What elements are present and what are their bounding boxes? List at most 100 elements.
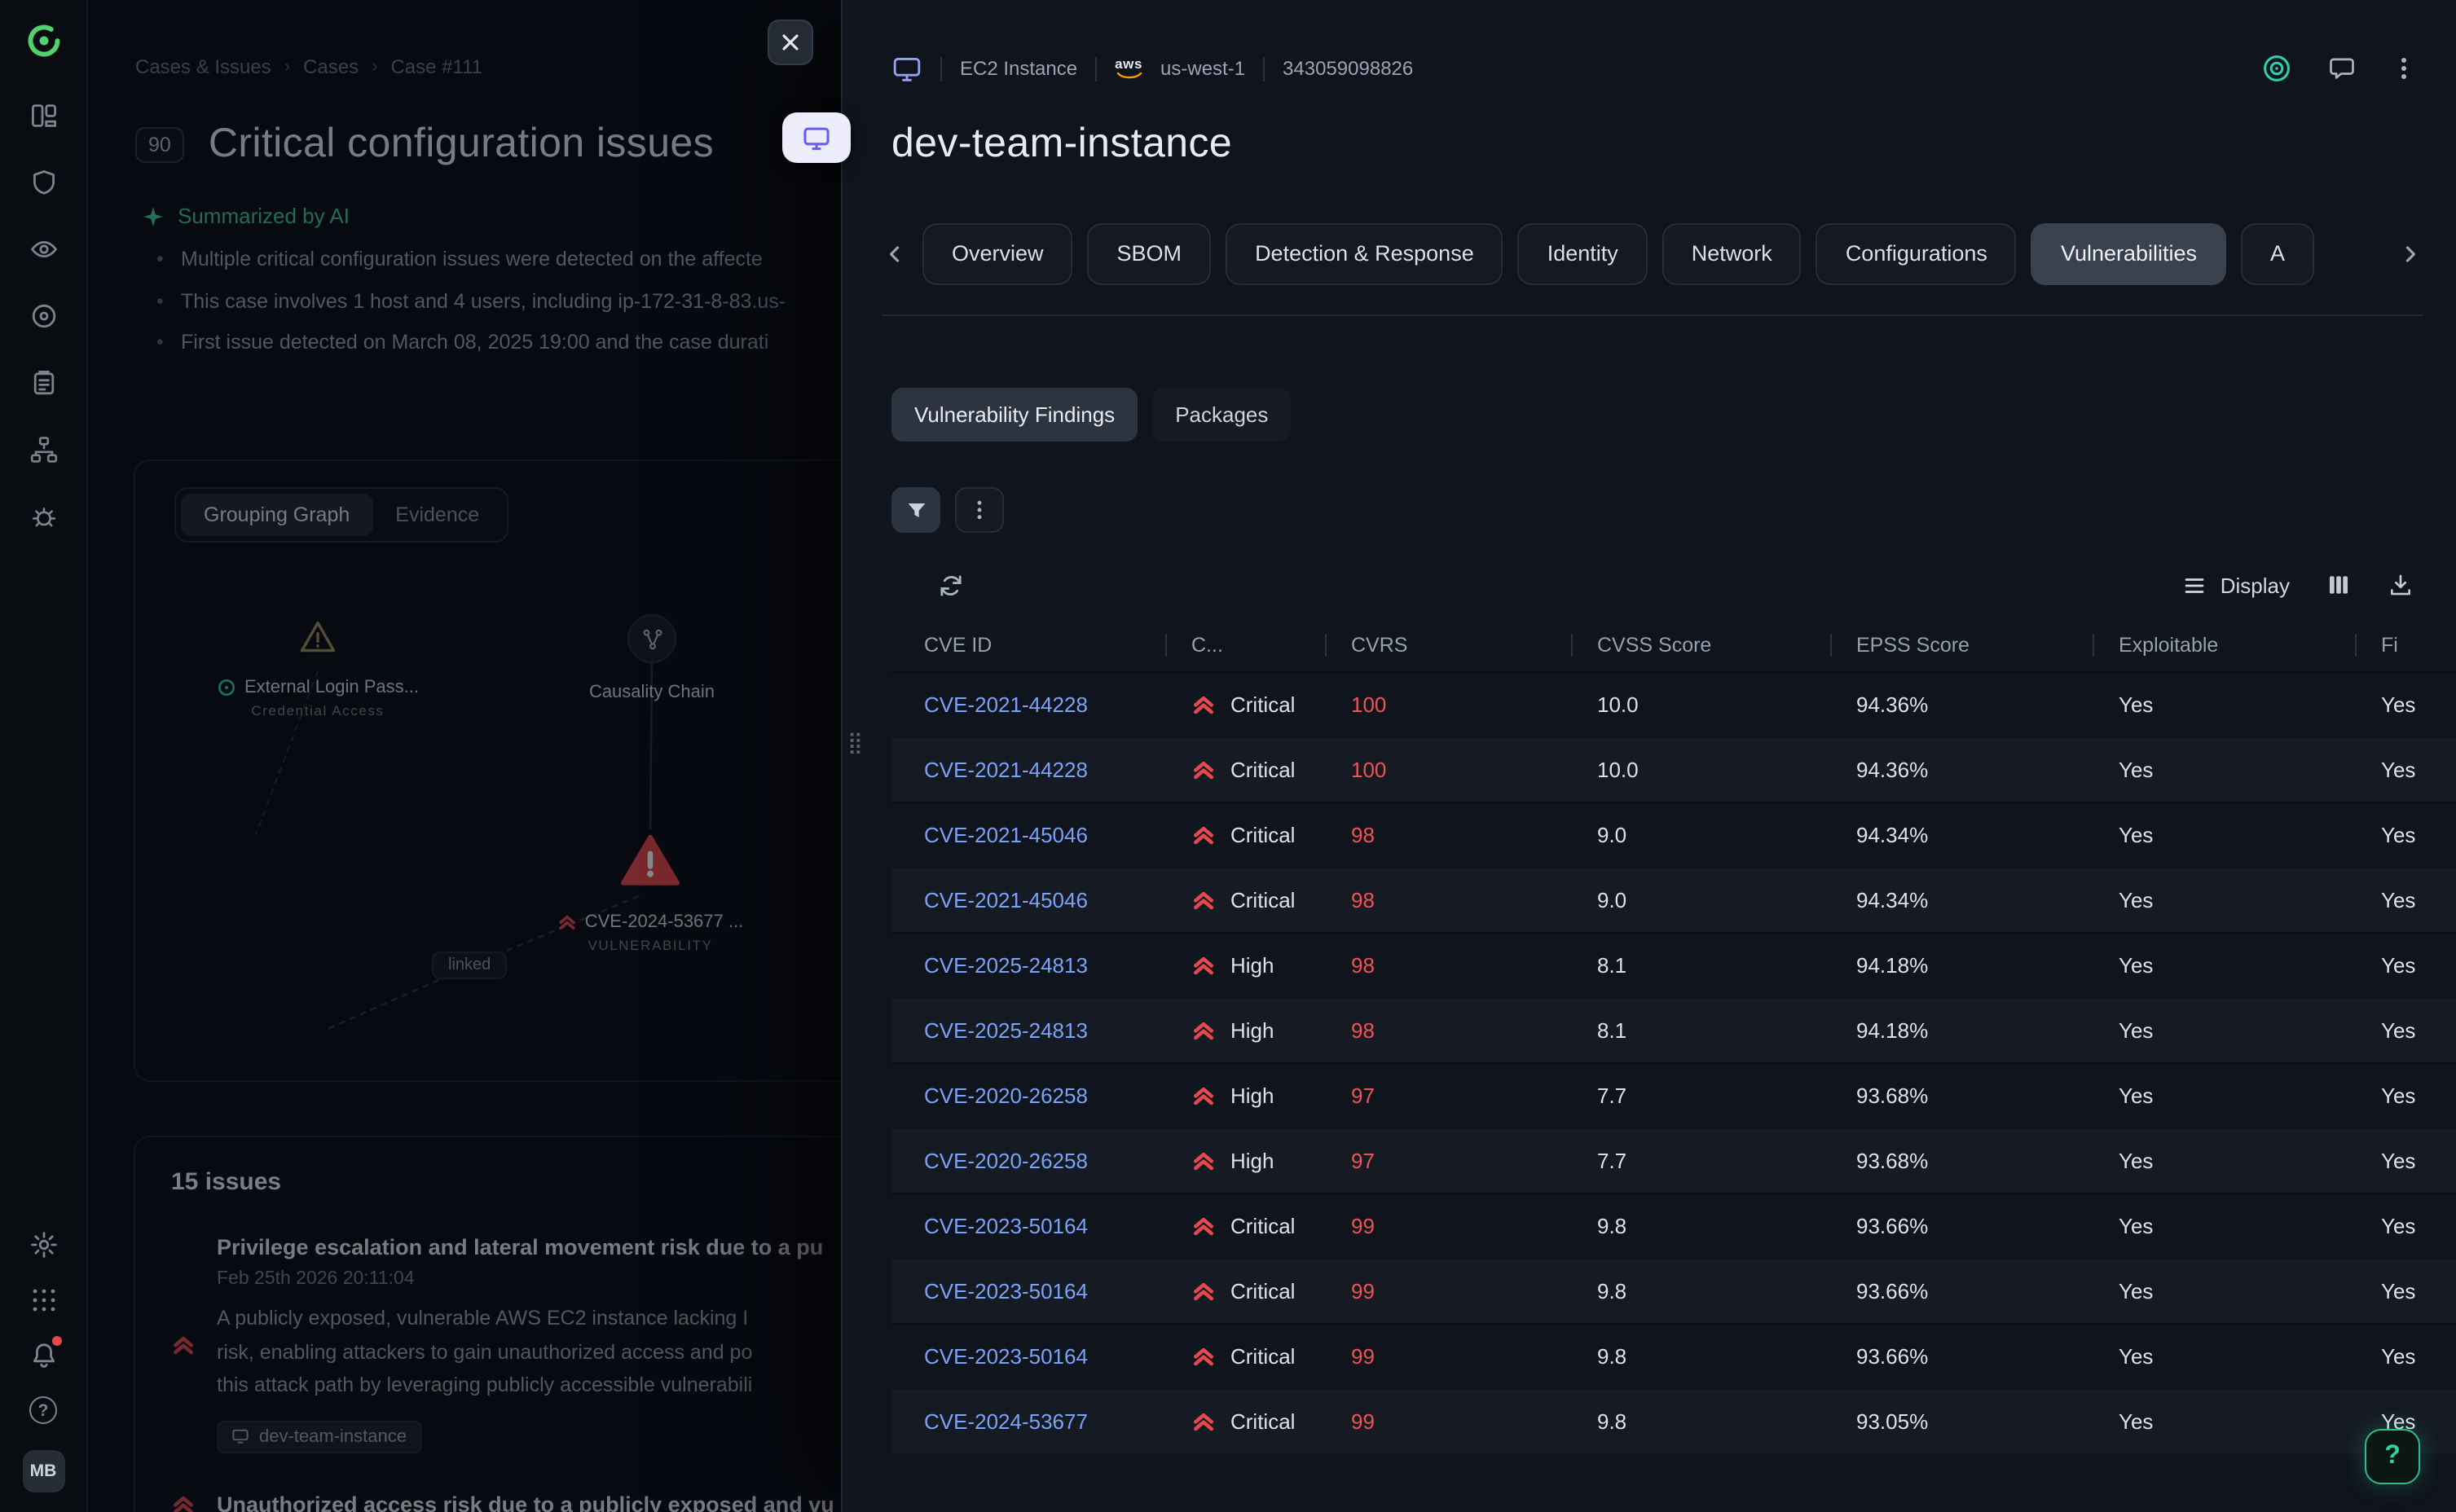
assistant-monitor-icon: [802, 123, 831, 152]
notifications-bell-icon[interactable]: [29, 1341, 58, 1370]
cvss-value: 9.8: [1571, 1409, 1830, 1434]
threat-bug-icon[interactable]: [29, 502, 58, 531]
column-divider: [1325, 634, 1327, 657]
cvrs-value: 98: [1325, 823, 1571, 847]
cve-link[interactable]: CVE-2025-24813: [891, 1018, 1165, 1043]
display-button[interactable]: Display: [2183, 573, 2290, 597]
exploitable-value: Yes: [2093, 823, 2355, 847]
fixable-value: Yes: [2355, 1344, 2456, 1369]
cve-link[interactable]: CVE-2021-44228: [891, 758, 1165, 782]
columns-icon[interactable]: [2326, 572, 2352, 598]
table-row[interactable]: CVE-2025-24813High988.194.18%YesYes: [891, 997, 2456, 1062]
column-header[interactable]: CVRS: [1325, 634, 1571, 657]
drawer-close-button[interactable]: [768, 20, 813, 65]
subtab-packages[interactable]: Packages: [1152, 388, 1291, 442]
table-row[interactable]: CVE-2021-45046Critical989.094.34%YesYes: [891, 802, 2456, 867]
column-header[interactable]: CVE ID: [891, 634, 1165, 657]
table-row[interactable]: CVE-2024-53677Critical999.893.05%YesYes: [891, 1388, 2456, 1453]
table-row[interactable]: CVE-2023-50164Critical999.893.66%YesYes: [891, 1193, 2456, 1258]
cvrs-value: 99: [1325, 1214, 1571, 1238]
epss-value: 94.18%: [1830, 953, 2093, 978]
column-header[interactable]: Exploitable: [2093, 634, 2355, 657]
cve-link[interactable]: CVE-2021-45046: [891, 823, 1165, 847]
tab-overview[interactable]: Overview: [922, 222, 1073, 284]
severity-cell: Critical: [1165, 758, 1325, 782]
cve-link[interactable]: CVE-2023-50164: [891, 1344, 1165, 1369]
cvss-value: 9.8: [1571, 1214, 1830, 1238]
download-icon[interactable]: [2388, 572, 2414, 598]
epss-value: 93.05%: [1830, 1409, 2093, 1434]
settings-gear-icon[interactable]: [29, 1230, 58, 1259]
table-row[interactable]: CVE-2020-26258High977.793.68%YesYes: [891, 1127, 2456, 1193]
help-button[interactable]: ?: [2365, 1429, 2420, 1484]
fixable-value: Yes: [2355, 692, 2456, 717]
cve-link[interactable]: CVE-2020-26258: [891, 1083, 1165, 1108]
tabs-scroll-right-button[interactable]: [2397, 240, 2423, 266]
refresh-icon[interactable]: [937, 571, 965, 599]
cve-link[interactable]: CVE-2025-24813: [891, 953, 1165, 978]
radar-scan-icon[interactable]: [2260, 52, 2293, 85]
shield-icon[interactable]: [29, 168, 58, 197]
severity-cell: High: [1165, 1083, 1325, 1108]
cvrs-value: 99: [1325, 1279, 1571, 1303]
app-logo-icon[interactable]: [25, 23, 61, 59]
column-header[interactable]: C...: [1165, 634, 1325, 657]
tab-detection-response[interactable]: Detection & Response: [1226, 222, 1503, 284]
column-header[interactable]: EPSS Score: [1830, 634, 2093, 657]
fixable-value: Yes: [2355, 953, 2456, 978]
header-divider: [1095, 56, 1097, 81]
cvss-value: 7.7: [1571, 1149, 1830, 1173]
org-chart-icon[interactable]: [29, 435, 58, 464]
exploitable-value: Yes: [2093, 888, 2355, 912]
table-row[interactable]: CVE-2021-45046Critical989.094.34%YesYes: [891, 867, 2456, 932]
tab-a[interactable]: A: [2241, 222, 2314, 284]
column-header[interactable]: CVSS Score: [1571, 634, 1830, 657]
tab-identity[interactable]: Identity: [1518, 222, 1648, 284]
drawer-tab-strip: OverviewSBOMDetection & ResponseIdentity…: [922, 222, 2383, 284]
apps-grid-icon[interactable]: [29, 1286, 58, 1315]
kebab-menu-icon[interactable]: [2391, 54, 2417, 83]
tabs-scroll-left-button[interactable]: [882, 240, 908, 266]
cve-link[interactable]: CVE-2021-44228: [891, 692, 1165, 717]
tab-configurations[interactable]: Configurations: [1816, 222, 2017, 284]
epss-value: 93.68%: [1830, 1083, 2093, 1108]
table-row[interactable]: CVE-2023-50164Critical999.893.66%YesYes: [891, 1323, 2456, 1388]
clipboard-icon[interactable]: [29, 368, 58, 398]
cve-link[interactable]: CVE-2023-50164: [891, 1279, 1165, 1303]
table-row[interactable]: CVE-2023-50164Critical999.893.66%YesYes: [891, 1258, 2456, 1323]
more-options-button[interactable]: [955, 487, 1004, 533]
exploitable-value: Yes: [2093, 1344, 2355, 1369]
drawer-drag-handle[interactable]: ⣿: [847, 733, 863, 751]
tab-vulnerabilities[interactable]: Vulnerabilities: [2031, 222, 2226, 284]
epss-value: 93.68%: [1830, 1149, 2093, 1173]
fixable-value: Yes: [2355, 1279, 2456, 1303]
table-row[interactable]: CVE-2021-44228Critical10010.094.36%YesYe…: [891, 736, 2456, 802]
app-root: ? MB Cases & Issues›Cases›Case #111 90 C…: [0, 0, 2456, 1512]
cvrs-value: 100: [1325, 758, 1571, 782]
epss-value: 93.66%: [1830, 1279, 2093, 1303]
table-row[interactable]: CVE-2025-24813High988.194.18%YesYes: [891, 932, 2456, 997]
subtab-vulnerability-findings[interactable]: Vulnerability Findings: [891, 388, 1138, 442]
cve-link[interactable]: CVE-2021-45046: [891, 888, 1165, 912]
table-row[interactable]: CVE-2021-44228Critical10010.094.36%YesYe…: [891, 671, 2456, 736]
comment-icon[interactable]: [2327, 54, 2357, 83]
filter-button[interactable]: [891, 487, 940, 533]
sidebar-help-icon[interactable]: ?: [29, 1396, 57, 1424]
user-avatar[interactable]: MB: [22, 1450, 64, 1492]
cvrs-value: 98: [1325, 953, 1571, 978]
column-header[interactable]: Fi: [2355, 634, 2456, 657]
target-icon[interactable]: [29, 301, 58, 331]
tab-sbom[interactable]: SBOM: [1088, 222, 1212, 284]
cvss-value: 9.0: [1571, 823, 1830, 847]
cve-link[interactable]: CVE-2023-50164: [891, 1214, 1165, 1238]
ai-assistant-tab[interactable]: [782, 112, 851, 163]
epss-value: 94.36%: [1830, 692, 2093, 717]
dashboard-icon[interactable]: [29, 101, 58, 130]
eye-icon[interactable]: [29, 235, 58, 264]
cve-link[interactable]: CVE-2024-53677: [891, 1409, 1165, 1434]
table-row[interactable]: CVE-2020-26258High977.793.68%YesYes: [891, 1062, 2456, 1127]
severity-cell: Critical: [1165, 1409, 1325, 1434]
column-divider: [1830, 634, 1832, 657]
cve-link[interactable]: CVE-2020-26258: [891, 1149, 1165, 1173]
tab-network[interactable]: Network: [1662, 222, 1802, 284]
